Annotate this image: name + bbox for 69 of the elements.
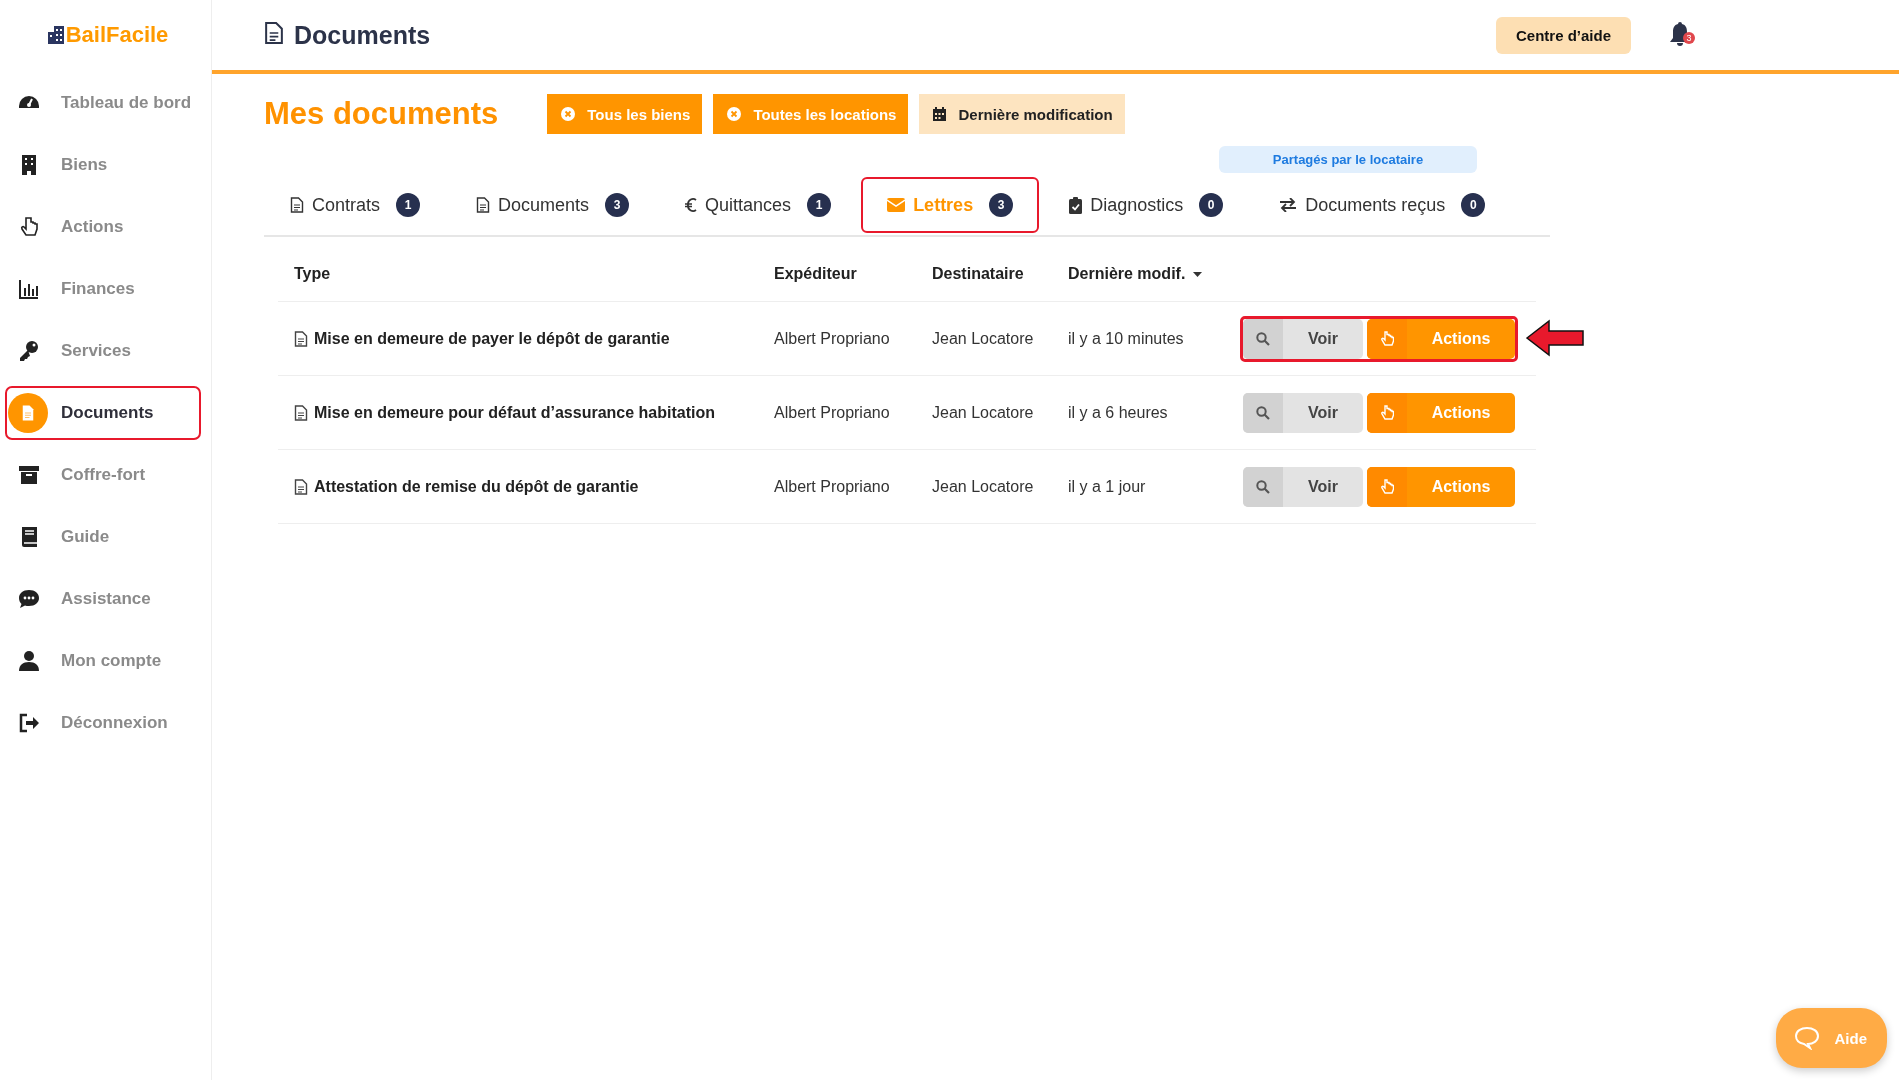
bar-chart-icon [17, 277, 41, 301]
sender-cell-text: Albert Propriano [774, 477, 891, 496]
count-badge: 1 [807, 193, 832, 217]
tab[interactable]: Contrats 1 [264, 177, 447, 233]
column-header[interactable]: Dernière modif. [1068, 265, 1186, 283]
swap-arrows-icon [1279, 198, 1298, 212]
envelope-icon [887, 198, 906, 212]
tab[interactable]: Documents reçus 0 [1253, 177, 1512, 233]
brand-logo: BailFacile [65, 22, 169, 48]
recipient-cell-text: Jean Locatore [932, 477, 1035, 496]
document-icon [294, 330, 308, 347]
document-icon [290, 197, 304, 213]
sidebar-item[interactable]: Documents [5, 386, 201, 440]
tab[interactable]: Lettres 3 [861, 177, 1040, 233]
count-badge: 0 [1199, 193, 1224, 217]
modified-time: il y a 1 jour [1068, 477, 1147, 496]
count-badge: 3 [605, 193, 630, 217]
document-icon [8, 393, 48, 433]
euro-icon [685, 197, 698, 213]
count-badge: 3 [989, 193, 1014, 217]
pointing-hand-icon [1380, 478, 1394, 495]
user-icon [17, 649, 41, 673]
letter-type: Attestation de remise du dépôt de garantie [314, 477, 639, 496]
archive-box-icon [17, 463, 41, 487]
shared-by-tenant-label: Partagés par le locataire [1219, 146, 1477, 173]
view-button[interactable]: Voir [1243, 318, 1363, 359]
key-icon [17, 339, 41, 363]
letter-type: Mise en demeure de payer le dépôt de garantie [314, 329, 670, 348]
filter-button[interactable]: Dernière modification [919, 94, 1125, 134]
sender-cell-text: Albert Propriano [774, 403, 891, 422]
sort-caret-icon[interactable] [1193, 271, 1203, 277]
sender-cell-text: Albert Propriano [774, 329, 891, 348]
count-badge: 0 [1461, 193, 1486, 217]
logout-icon [17, 711, 41, 735]
modified-time: il y a 10 minutes [1068, 329, 1185, 348]
page-header-title: Documents [294, 20, 432, 50]
column-header[interactable]: Destinataire [932, 265, 1024, 283]
recipient-cell-text: Jean Locatore [932, 329, 1035, 348]
column-header[interactable]: Type [294, 265, 331, 283]
help-center-button[interactable]: Centre d’aide [1495, 16, 1631, 54]
speech-bubble-icon [17, 587, 41, 611]
document-icon [294, 478, 308, 495]
building-logo-icon [47, 26, 64, 44]
pointing-hand-icon [1380, 330, 1394, 347]
tab[interactable]: Quittances 1 [659, 177, 858, 233]
pointing-hand-icon [1380, 404, 1394, 421]
document-icon [264, 21, 284, 45]
clipboard-check-icon [1069, 196, 1083, 214]
notification-badge: 3 [1683, 32, 1695, 44]
arrow-annotation [1525, 318, 1585, 357]
modified-time: il y a 6 heures [1068, 403, 1169, 422]
letter-type: Mise en demeure pour défaut d’assurance habitation [314, 403, 715, 422]
view-button[interactable]: Voir [1243, 392, 1363, 433]
document-icon [476, 197, 491, 213]
search-icon [1256, 331, 1270, 346]
clear-circle-icon [561, 107, 576, 121]
document-icon [294, 404, 308, 421]
speech-bubble-icon [1794, 1026, 1821, 1050]
tab[interactable]: Documents 3 [450, 177, 656, 233]
count-badge: 1 [396, 193, 421, 217]
column-header[interactable]: Expéditeur [774, 265, 857, 283]
view-button[interactable]: Voir [1243, 466, 1363, 507]
recipient-cell-text: Jean Locatore [932, 403, 1035, 422]
tab[interactable]: Diagnostics 0 [1043, 177, 1250, 233]
clear-circle-icon [727, 107, 742, 121]
search-icon [1256, 405, 1270, 420]
calendar-icon [933, 107, 947, 121]
search-icon [1256, 479, 1270, 494]
page-title: Mes documents [264, 96, 499, 132]
